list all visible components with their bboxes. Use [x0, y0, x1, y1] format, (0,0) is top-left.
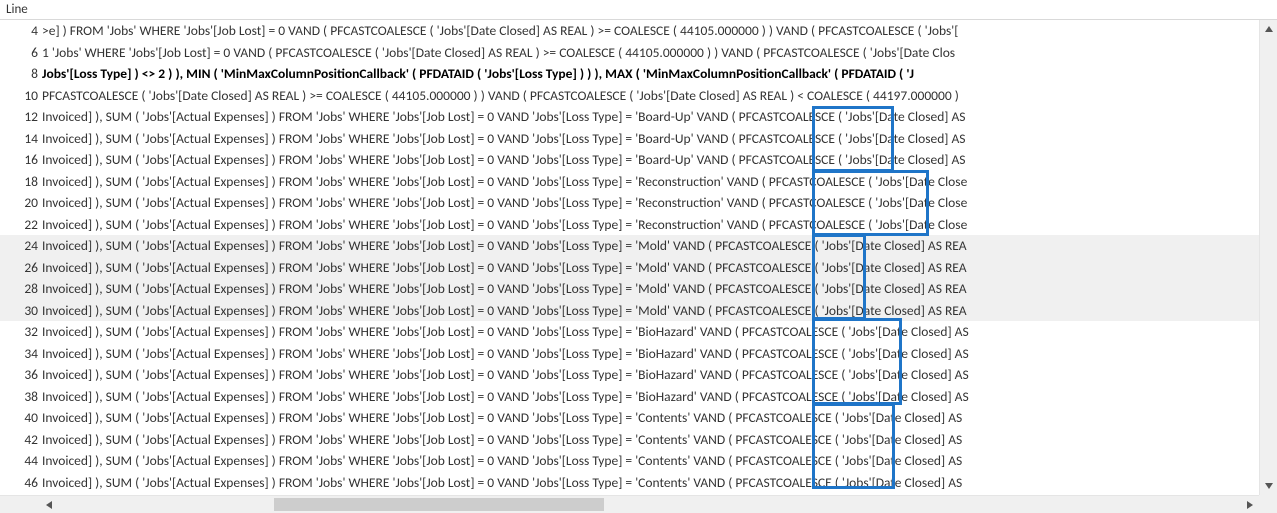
line-number: 46: [2, 472, 38, 494]
line-number: 36: [2, 364, 38, 386]
line-number: 30: [2, 300, 38, 322]
line-number: 18: [2, 171, 38, 193]
line-text: Invoiced] ), SUM ( 'Jobs'[Actual Expense…: [42, 171, 967, 193]
line-text: Invoiced] ), SUM ( 'Jobs'[Actual Expense…: [42, 472, 962, 494]
line-number: 10: [2, 85, 38, 107]
line-number: 32: [2, 321, 38, 343]
line-text: Invoiced] ), SUM ( 'Jobs'[Actual Expense…: [42, 343, 969, 365]
code-row[interactable]: 16Invoiced] ), SUM ( 'Jobs'[Actual Expen…: [0, 149, 1259, 171]
line-text: 1 'Jobs' WHERE 'Jobs'[Job Lost] = 0 VAND…: [42, 42, 955, 64]
code-row[interactable]: 32Invoiced] ), SUM ( 'Jobs'[Actual Expen…: [0, 321, 1259, 343]
column-header-label: Line: [6, 2, 28, 17]
rows-viewport[interactable]: 4>e] ) FROM 'Jobs' WHERE 'Jobs'[Job Lost…: [0, 20, 1259, 495]
code-row[interactable]: 12Invoiced] ), SUM ( 'Jobs'[Actual Expen…: [0, 106, 1259, 128]
code-row[interactable]: 14Invoiced] ), SUM ( 'Jobs'[Actual Expen…: [0, 128, 1259, 150]
code-row[interactable]: 30Invoiced] ), SUM ( 'Jobs'[Actual Expen…: [0, 300, 1259, 322]
line-text: Invoiced] ), SUM ( 'Jobs'[Actual Expense…: [42, 429, 962, 451]
line-number: 28: [2, 278, 38, 300]
line-number: 34: [2, 343, 38, 365]
scroll-down-arrow-icon[interactable]: [1260, 477, 1277, 495]
line-text: Invoiced] ), SUM ( 'Jobs'[Actual Expense…: [42, 364, 969, 386]
line-text: PFCASTCOALESCE ( 'Jobs'[Date Closed] AS …: [42, 85, 959, 107]
line-text: Jobs'[Loss Type] ) <> 2 ) ), MIN ( 'MinM…: [42, 63, 914, 85]
code-row[interactable]: 22Invoiced] ), SUM ( 'Jobs'[Actual Expen…: [0, 214, 1259, 236]
code-row[interactable]: 20Invoiced] ), SUM ( 'Jobs'[Actual Expen…: [0, 192, 1259, 214]
code-row[interactable]: 4>e] ) FROM 'Jobs' WHERE 'Jobs'[Job Lost…: [0, 20, 1259, 42]
line-number: 44: [2, 450, 38, 472]
line-number: 38: [2, 386, 38, 408]
scroll-right-arrow-icon[interactable]: [1241, 496, 1259, 513]
code-row[interactable]: 42Invoiced] ), SUM ( 'Jobs'[Actual Expen…: [0, 429, 1259, 451]
scroll-corner: [1259, 495, 1277, 513]
code-row[interactable]: 40Invoiced] ), SUM ( 'Jobs'[Actual Expen…: [0, 407, 1259, 429]
line-number: 16: [2, 149, 38, 171]
line-text: Invoiced] ), SUM ( 'Jobs'[Actual Expense…: [42, 321, 969, 343]
code-row[interactable]: 26Invoiced] ), SUM ( 'Jobs'[Actual Expen…: [0, 257, 1259, 279]
line-number: 6: [2, 42, 38, 64]
code-row[interactable]: 36Invoiced] ), SUM ( 'Jobs'[Actual Expen…: [0, 364, 1259, 386]
line-text: Invoiced] ), SUM ( 'Jobs'[Actual Expense…: [42, 192, 967, 214]
line-number: 4: [2, 20, 38, 42]
line-text: Invoiced] ), SUM ( 'Jobs'[Actual Expense…: [42, 450, 962, 472]
code-row[interactable]: 61 'Jobs' WHERE 'Jobs'[Job Lost] = 0 VAN…: [0, 42, 1259, 64]
line-text: Invoiced] ), SUM ( 'Jobs'[Actual Expense…: [42, 386, 969, 408]
line-number: 40: [2, 407, 38, 429]
line-number: 14: [2, 128, 38, 150]
line-text: Invoiced] ), SUM ( 'Jobs'[Actual Expense…: [42, 214, 967, 236]
line-number: 20: [2, 192, 38, 214]
line-number: 22: [2, 214, 38, 236]
code-row[interactable]: 38Invoiced] ), SUM ( 'Jobs'[Actual Expen…: [0, 386, 1259, 408]
code-row[interactable]: 44Invoiced] ), SUM ( 'Jobs'[Actual Expen…: [0, 450, 1259, 472]
code-row[interactable]: 18Invoiced] ), SUM ( 'Jobs'[Actual Expen…: [0, 171, 1259, 193]
horizontal-scroll-thumb[interactable]: [274, 498, 604, 511]
code-row[interactable]: 28Invoiced] ), SUM ( 'Jobs'[Actual Expen…: [0, 278, 1259, 300]
code-row[interactable]: 10PFCASTCOALESCE ( 'Jobs'[Date Closed] A…: [0, 85, 1259, 107]
line-text: Invoiced] ), SUM ( 'Jobs'[Actual Expense…: [42, 128, 966, 150]
vertical-scrollbar[interactable]: [1259, 20, 1277, 495]
line-number: 42: [2, 429, 38, 451]
line-text: Invoiced] ), SUM ( 'Jobs'[Actual Expense…: [42, 235, 967, 257]
line-text: >e] ) FROM 'Jobs' WHERE 'Jobs'[Job Lost]…: [42, 20, 958, 42]
query-trace-window: Line 4>e] ) FROM 'Jobs' WHERE 'Jobs'[Job…: [0, 0, 1277, 513]
column-header-line[interactable]: Line: [0, 0, 1277, 20]
code-row[interactable]: 24Invoiced] ), SUM ( 'Jobs'[Actual Expen…: [0, 235, 1259, 257]
content-area: 4>e] ) FROM 'Jobs' WHERE 'Jobs'[Job Lost…: [0, 20, 1277, 513]
code-row[interactable]: 34Invoiced] ), SUM ( 'Jobs'[Actual Expen…: [0, 343, 1259, 365]
scroll-up-arrow-icon[interactable]: [1260, 20, 1277, 38]
line-text: Invoiced] ), SUM ( 'Jobs'[Actual Expense…: [42, 407, 962, 429]
line-text: Invoiced] ), SUM ( 'Jobs'[Actual Expense…: [42, 300, 967, 322]
line-number: 24: [2, 235, 38, 257]
code-row[interactable]: 8Jobs'[Loss Type] ) <> 2 ) ), MIN ( 'Min…: [0, 63, 1259, 85]
scroll-left-arrow-icon[interactable]: [40, 496, 58, 513]
line-text: Invoiced] ), SUM ( 'Jobs'[Actual Expense…: [42, 257, 967, 279]
horizontal-scrollbar[interactable]: [0, 495, 1259, 513]
line-text: Invoiced] ), SUM ( 'Jobs'[Actual Expense…: [42, 278, 967, 300]
line-number: 26: [2, 257, 38, 279]
line-text: Invoiced] ), SUM ( 'Jobs'[Actual Expense…: [42, 149, 966, 171]
line-number: 12: [2, 106, 38, 128]
line-number: 8: [2, 63, 38, 85]
line-text: Invoiced] ), SUM ( 'Jobs'[Actual Expense…: [42, 106, 966, 128]
code-row[interactable]: 46Invoiced] ), SUM ( 'Jobs'[Actual Expen…: [0, 472, 1259, 494]
